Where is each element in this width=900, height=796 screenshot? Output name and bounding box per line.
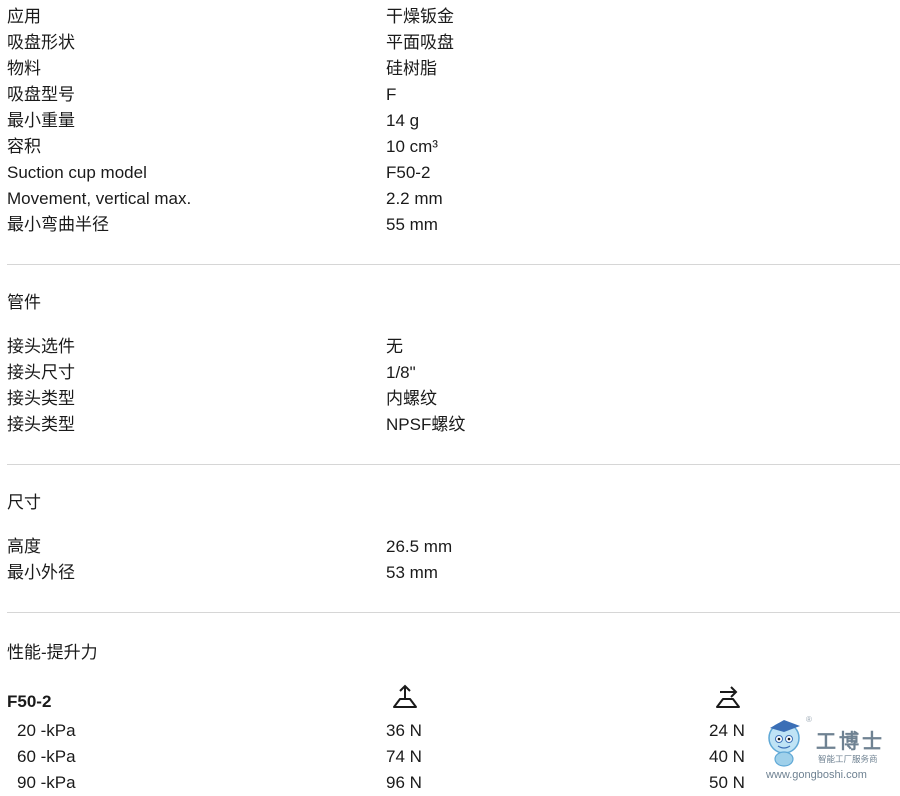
spec-value: NPSF螺纹 xyxy=(386,415,466,434)
spec-value: 14 g xyxy=(386,111,420,130)
watermark-logo: ® 工博士 智能工厂服务商 www.gongboshi.com xyxy=(765,715,885,781)
spec-label: 最小弯曲半径 xyxy=(7,215,109,234)
spec-label: 吸盘型号 xyxy=(7,85,75,104)
section-divider xyxy=(7,264,900,265)
spec-label: 容积 xyxy=(7,137,41,156)
spec-label: 吸盘形状 xyxy=(7,33,75,52)
spec-label: 高度 xyxy=(7,537,41,556)
spec-label: 接头选件 xyxy=(7,337,75,356)
spec-label: Suction cup model xyxy=(7,163,147,182)
vacuum-level: 20 -kPa xyxy=(17,721,76,740)
spec-label: 最小外径 xyxy=(7,563,75,582)
spec-value: 平面吸盘 xyxy=(386,33,454,52)
spec-value: 55 mm xyxy=(386,215,438,234)
spec-value: F50-2 xyxy=(386,163,431,182)
spec-label: 最小重量 xyxy=(7,111,75,130)
vertical-lift-force-icon xyxy=(393,684,417,708)
spec-value: 无 xyxy=(386,337,403,356)
section-divider xyxy=(7,464,900,465)
watermark-brand: 工博士 xyxy=(816,729,885,753)
horizontal-force: 24 N xyxy=(709,721,745,740)
section-title-dimensions: 尺寸 xyxy=(7,493,41,512)
spec-value: 26.5 mm xyxy=(386,537,453,556)
spec-value: 干燥钣金 xyxy=(386,7,454,26)
horizontal-force: 50 N xyxy=(709,773,745,792)
spec-value: 硅树脂 xyxy=(386,59,437,78)
mascot-icon xyxy=(768,720,800,767)
watermark-site: www.gongboshi.com xyxy=(765,769,867,781)
spec-label: 应用 xyxy=(7,7,41,26)
horizontal-lift-force-icon xyxy=(716,686,740,708)
section-title-fittings: 管件 xyxy=(7,293,41,312)
spec-value: 内螺纹 xyxy=(386,389,437,408)
spec-label: Movement, vertical max. xyxy=(7,189,192,208)
vertical-force: 96 N xyxy=(386,773,422,792)
section-title-performance: 性能-提升力 xyxy=(7,643,98,662)
spec-value: 53 mm xyxy=(386,563,438,582)
spec-label: 接头尺寸 xyxy=(7,363,75,382)
vertical-force: 36 N xyxy=(386,721,422,740)
watermark-tagline: 智能工厂服务商 xyxy=(818,754,878,765)
spec-value: F xyxy=(386,85,397,104)
spec-label: 物料 xyxy=(7,59,41,78)
horizontal-force: 40 N xyxy=(709,747,745,766)
section-divider xyxy=(7,612,900,613)
spec-label: 接头类型 xyxy=(7,415,75,434)
spec-value: 10 cm³ xyxy=(386,137,438,156)
spec-value: 2.2 mm xyxy=(386,189,443,208)
watermark-reg: ® xyxy=(806,715,812,724)
vacuum-level: 60 -kPa xyxy=(17,747,76,766)
vertical-force: 74 N xyxy=(386,747,422,766)
spec-value: 1/8" xyxy=(386,363,416,382)
spec-label: 接头类型 xyxy=(7,389,75,408)
performance-model: F50-2 xyxy=(7,692,52,711)
vacuum-level: 90 -kPa xyxy=(17,773,76,792)
